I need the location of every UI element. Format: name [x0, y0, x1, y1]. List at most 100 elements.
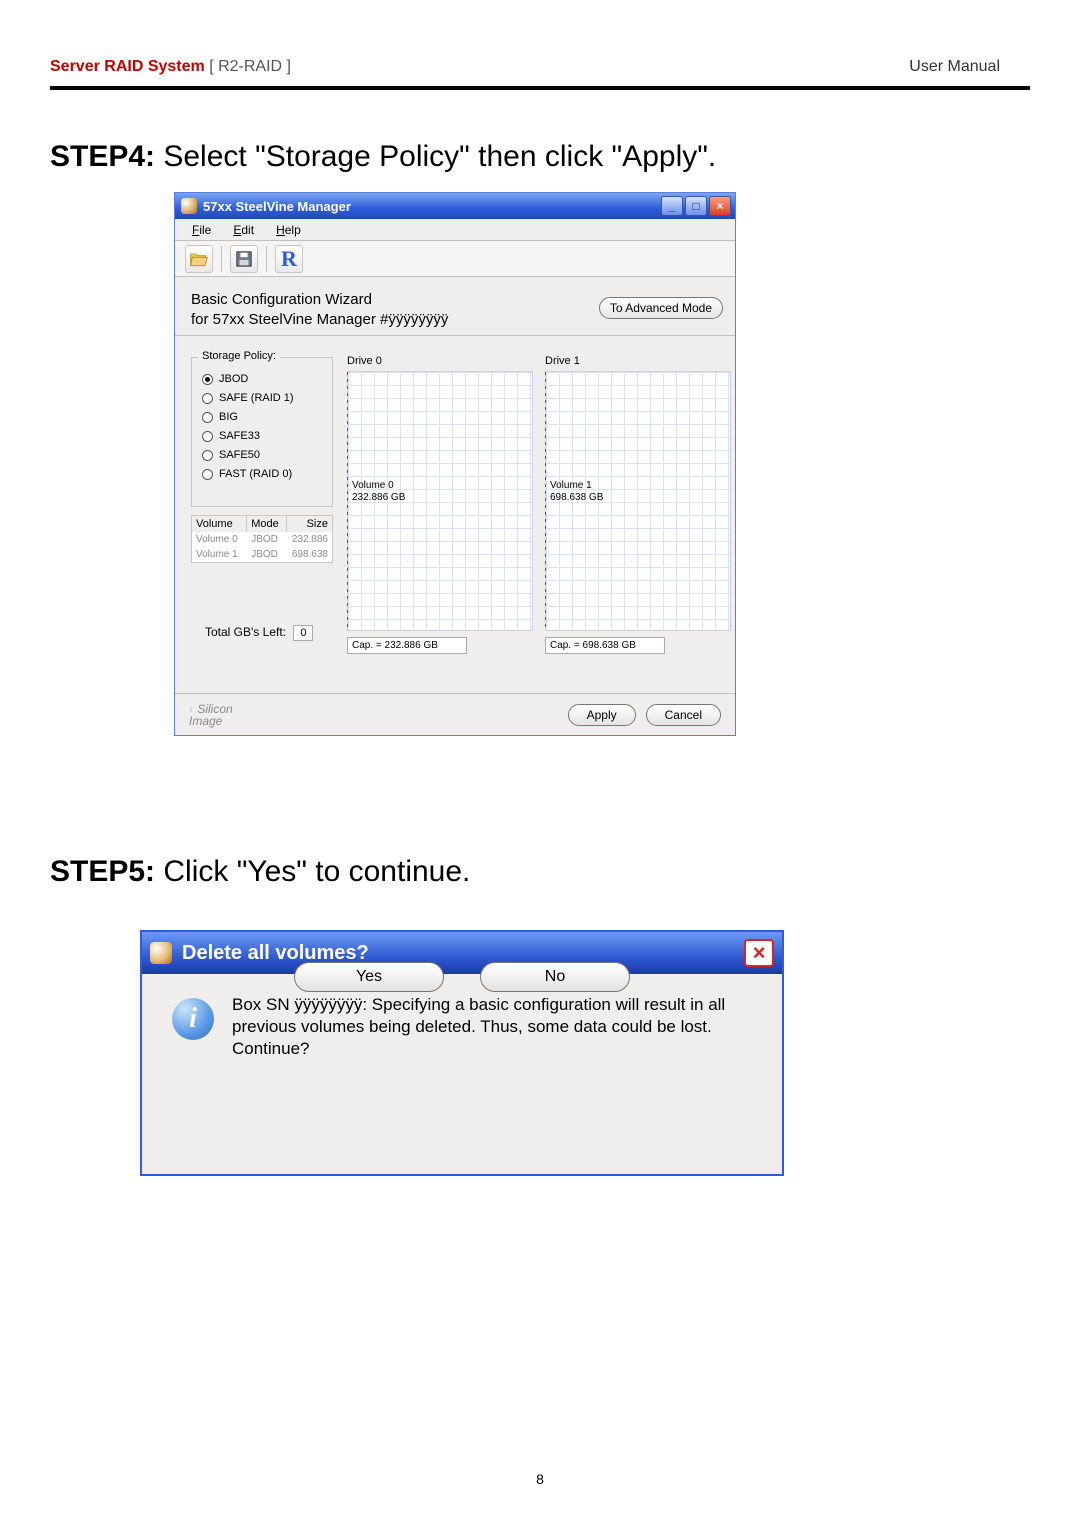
- radio-label: SAFE (RAID 1): [219, 389, 294, 408]
- file-rest: ile: [199, 223, 211, 237]
- minimize-button[interactable]: _: [661, 196, 683, 216]
- info-icon: i: [172, 998, 214, 1040]
- total-label: Total GB's Left:: [205, 625, 286, 639]
- titlebar[interactable]: 57xx SteelVine Manager _ □ ×: [175, 193, 735, 219]
- radio-label: SAFE33: [219, 427, 260, 446]
- drive1-grid[interactable]: Volume 1698.638 GB: [545, 371, 731, 631]
- total-gb-left: Total GB's Left: 0: [205, 625, 313, 641]
- toolbar-sep: [221, 246, 222, 272]
- header-subtitle: [ R2-RAID ]: [205, 58, 291, 75]
- radio-label: JBOD: [219, 370, 248, 389]
- header-rule: [50, 86, 1030, 90]
- dialog-icon: [150, 942, 172, 964]
- radio-icon: [202, 450, 213, 461]
- radio-label: BIG: [219, 408, 238, 427]
- col-volume[interactable]: Volume: [192, 516, 247, 532]
- step4-text: Select "Storage Policy" then click "Appl…: [155, 140, 716, 173]
- radio-jbod[interactable]: JBOD: [202, 370, 324, 389]
- radio-big[interactable]: BIG: [202, 408, 324, 427]
- window-body: Basic Configuration Wizard for 57xx Stee…: [175, 277, 735, 735]
- floppy-icon: [235, 250, 253, 268]
- brand-logo: Silicon Image: [189, 703, 233, 727]
- cell: Volume 0: [192, 532, 247, 547]
- step5-text: Click "Yes" to continue.: [155, 855, 470, 888]
- footer-buttons: Apply Cancel: [568, 704, 721, 726]
- policy-radios: JBOD SAFE (RAID 1) BIG SAFE33 SAFE50 FAS…: [192, 358, 332, 490]
- close-button[interactable]: ×: [709, 196, 731, 216]
- drive0-column: Drive 0 Volume 0232.886 GB Cap. = 232.88…: [347, 355, 533, 654]
- page-number: 8: [0, 1471, 1080, 1487]
- window-title: 57xx SteelVine Manager: [203, 199, 661, 214]
- confirm-dialog: Delete all volumes? × i Box SN ÿÿÿÿÿÿÿÿ:…: [140, 930, 784, 1176]
- radio-icon: [202, 469, 213, 480]
- storage-policy-legend: Storage Policy:: [198, 350, 280, 362]
- toolbar: R: [175, 241, 735, 277]
- drive0-label: Drive 0: [347, 355, 533, 367]
- radio-label: SAFE50: [219, 446, 260, 465]
- menubar: File Edit Help: [175, 219, 735, 241]
- cell: JBOD: [247, 547, 286, 562]
- step4-label: STEP4:: [50, 140, 155, 173]
- step5-wrap: STEP5: Click "Yes" to continue.: [50, 855, 470, 889]
- d0-vol: Volume 0: [352, 480, 394, 491]
- step5-heading: STEP5: Click "Yes" to continue.: [50, 855, 470, 889]
- table-row[interactable]: Volume 1 JBOD 698.638: [192, 547, 332, 562]
- cell: 232.886: [287, 532, 332, 547]
- maximize-button[interactable]: □: [685, 196, 707, 216]
- col-size[interactable]: Size: [287, 516, 332, 532]
- step5-label: STEP5:: [50, 855, 155, 888]
- drive1-capacity: Cap. = 698.638 GB: [545, 637, 665, 654]
- cancel-button[interactable]: Cancel: [646, 704, 721, 726]
- radio-label: FAST (RAID 0): [219, 465, 292, 484]
- steelvine-window: 57xx SteelVine Manager _ □ × File Edit H…: [174, 192, 736, 736]
- drive0-grid[interactable]: Volume 0232.886 GB: [347, 371, 533, 631]
- storage-policy-group: Storage Policy: JBOD SAFE (RAID 1) BIG S…: [191, 357, 333, 507]
- drive0-volume-label: Volume 0232.886 GB: [352, 480, 405, 504]
- d0-sz: 232.886 GB: [352, 492, 405, 503]
- radio-icon: [202, 412, 213, 423]
- window-controls: _ □ ×: [661, 196, 731, 216]
- no-button[interactable]: No: [480, 962, 630, 992]
- wizard-title: Basic Configuration Wizard: [191, 291, 372, 308]
- edit-rest: dit: [241, 223, 254, 237]
- drive1-volume-label: Volume 1698.638 GB: [550, 480, 603, 504]
- radio-safe50[interactable]: SAFE50: [202, 446, 324, 465]
- r-button[interactable]: R: [275, 245, 303, 273]
- app-icon: [181, 198, 197, 214]
- help-rest: elp: [285, 223, 301, 237]
- menu-edit[interactable]: Edit: [222, 220, 265, 240]
- help-mnemonic: H: [276, 223, 285, 237]
- radio-icon: [202, 431, 213, 442]
- radio-icon: [202, 374, 213, 385]
- open-file-button[interactable]: [185, 245, 213, 273]
- table-header: Volume Mode Size: [192, 516, 332, 532]
- d1-vol: Volume 1: [550, 480, 592, 491]
- brand2: Image: [189, 714, 222, 728]
- col-mode[interactable]: Mode: [247, 516, 286, 532]
- dialog-body: i Box SN ÿÿÿÿÿÿÿÿ: Specifying a basic co…: [142, 974, 782, 1014]
- table-row[interactable]: Volume 0 JBOD 232.886: [192, 532, 332, 547]
- radio-safe-raid1[interactable]: SAFE (RAID 1): [202, 389, 324, 408]
- menu-help[interactable]: Help: [265, 220, 312, 240]
- drive0-capacity: Cap. = 232.886 GB: [347, 637, 467, 654]
- apply-button[interactable]: Apply: [568, 704, 636, 726]
- wizard-subtitle: for 57xx SteelVine Manager #ÿÿÿÿÿÿÿÿ: [191, 311, 448, 328]
- menu-file[interactable]: File: [181, 220, 222, 240]
- drive1-label: Drive 1: [545, 355, 731, 367]
- dialog-buttons: Yes No: [142, 962, 782, 992]
- volume-table: Volume Mode Size Volume 0 JBOD 232.886 V…: [191, 515, 333, 563]
- divider: [175, 335, 735, 336]
- cell: 698.638: [287, 547, 332, 562]
- page-header: Server RAID System [ R2-RAID ] User Manu…: [0, 0, 1080, 86]
- advanced-mode-button[interactable]: To Advanced Mode: [599, 297, 723, 319]
- step4-heading: STEP4: Select "Storage Policy" then clic…: [50, 140, 1080, 174]
- yes-button[interactable]: Yes: [294, 962, 444, 992]
- save-button[interactable]: [230, 245, 258, 273]
- total-value: 0: [293, 625, 313, 641]
- radio-fast-raid0[interactable]: FAST (RAID 0): [202, 465, 324, 484]
- header-left: Server RAID System [ R2-RAID ]: [50, 58, 291, 76]
- radio-icon: [202, 393, 213, 404]
- header-right: User Manual: [909, 58, 1000, 76]
- radio-safe33[interactable]: SAFE33: [202, 427, 324, 446]
- cell: Volume 1: [192, 547, 247, 562]
